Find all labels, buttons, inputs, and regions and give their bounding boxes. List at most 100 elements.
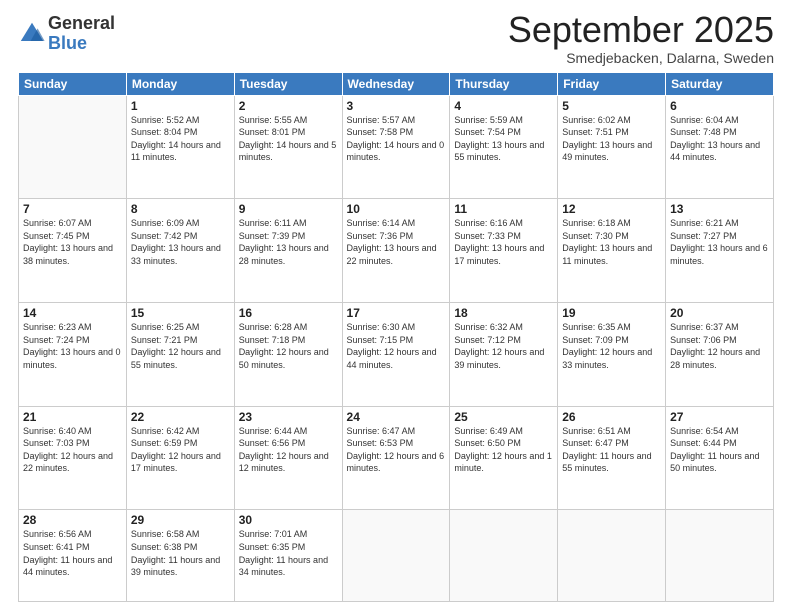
calendar-cell: 16Sunrise: 6:28 AMSunset: 7:18 PMDayligh… (234, 303, 342, 407)
calendar-week-row: 1Sunrise: 5:52 AMSunset: 8:04 PMDaylight… (19, 95, 774, 199)
calendar-week-row: 7Sunrise: 6:07 AMSunset: 7:45 PMDaylight… (19, 199, 774, 303)
day-number: 14 (23, 306, 122, 320)
column-header-sunday: Sunday (19, 72, 127, 95)
month-title: September 2025 (508, 10, 774, 50)
day-info: Sunrise: 6:23 AMSunset: 7:24 PMDaylight:… (23, 321, 122, 371)
day-number: 8 (131, 202, 230, 216)
calendar-cell: 24Sunrise: 6:47 AMSunset: 6:53 PMDayligh… (342, 406, 450, 510)
calendar-cell (666, 510, 774, 602)
day-number: 24 (347, 410, 446, 424)
calendar-cell: 1Sunrise: 5:52 AMSunset: 8:04 PMDaylight… (126, 95, 234, 199)
calendar-cell: 22Sunrise: 6:42 AMSunset: 6:59 PMDayligh… (126, 406, 234, 510)
day-info: Sunrise: 6:07 AMSunset: 7:45 PMDaylight:… (23, 217, 122, 267)
day-info: Sunrise: 6:14 AMSunset: 7:36 PMDaylight:… (347, 217, 446, 267)
calendar-cell: 19Sunrise: 6:35 AMSunset: 7:09 PMDayligh… (558, 303, 666, 407)
day-number: 2 (239, 99, 338, 113)
day-info: Sunrise: 6:49 AMSunset: 6:50 PMDaylight:… (454, 425, 553, 475)
day-number: 18 (454, 306, 553, 320)
day-number: 26 (562, 410, 661, 424)
day-number: 21 (23, 410, 122, 424)
day-number: 17 (347, 306, 446, 320)
calendar-cell: 15Sunrise: 6:25 AMSunset: 7:21 PMDayligh… (126, 303, 234, 407)
day-info: Sunrise: 5:57 AMSunset: 7:58 PMDaylight:… (347, 114, 446, 164)
calendar-cell: 20Sunrise: 6:37 AMSunset: 7:06 PMDayligh… (666, 303, 774, 407)
day-number: 12 (562, 202, 661, 216)
calendar-cell: 25Sunrise: 6:49 AMSunset: 6:50 PMDayligh… (450, 406, 558, 510)
day-info: Sunrise: 6:40 AMSunset: 7:03 PMDaylight:… (23, 425, 122, 475)
calendar-table: SundayMondayTuesdayWednesdayThursdayFrid… (18, 72, 774, 602)
day-number: 28 (23, 513, 122, 527)
day-number: 29 (131, 513, 230, 527)
calendar-header-row: SundayMondayTuesdayWednesdayThursdayFrid… (19, 72, 774, 95)
calendar-cell: 10Sunrise: 6:14 AMSunset: 7:36 PMDayligh… (342, 199, 450, 303)
day-info: Sunrise: 6:35 AMSunset: 7:09 PMDaylight:… (562, 321, 661, 371)
title-block: September 2025 Smedjebacken, Dalarna, Sw… (508, 10, 774, 66)
day-info: Sunrise: 6:02 AMSunset: 7:51 PMDaylight:… (562, 114, 661, 164)
day-number: 25 (454, 410, 553, 424)
calendar-cell (342, 510, 450, 602)
header: General Blue September 2025 Smedjebacken… (18, 10, 774, 66)
day-number: 13 (670, 202, 769, 216)
day-info: Sunrise: 6:28 AMSunset: 7:18 PMDaylight:… (239, 321, 338, 371)
location: Smedjebacken, Dalarna, Sweden (508, 50, 774, 66)
day-info: Sunrise: 6:18 AMSunset: 7:30 PMDaylight:… (562, 217, 661, 267)
calendar-cell: 14Sunrise: 6:23 AMSunset: 7:24 PMDayligh… (19, 303, 127, 407)
day-info: Sunrise: 6:09 AMSunset: 7:42 PMDaylight:… (131, 217, 230, 267)
calendar-cell: 8Sunrise: 6:09 AMSunset: 7:42 PMDaylight… (126, 199, 234, 303)
calendar-cell: 18Sunrise: 6:32 AMSunset: 7:12 PMDayligh… (450, 303, 558, 407)
calendar-cell: 13Sunrise: 6:21 AMSunset: 7:27 PMDayligh… (666, 199, 774, 303)
day-info: Sunrise: 6:44 AMSunset: 6:56 PMDaylight:… (239, 425, 338, 475)
day-number: 27 (670, 410, 769, 424)
day-info: Sunrise: 5:52 AMSunset: 8:04 PMDaylight:… (131, 114, 230, 164)
day-info: Sunrise: 6:21 AMSunset: 7:27 PMDaylight:… (670, 217, 769, 267)
day-number: 6 (670, 99, 769, 113)
calendar-cell: 5Sunrise: 6:02 AMSunset: 7:51 PMDaylight… (558, 95, 666, 199)
day-info: Sunrise: 6:32 AMSunset: 7:12 PMDaylight:… (454, 321, 553, 371)
column-header-tuesday: Tuesday (234, 72, 342, 95)
column-header-thursday: Thursday (450, 72, 558, 95)
calendar-cell: 23Sunrise: 6:44 AMSunset: 6:56 PMDayligh… (234, 406, 342, 510)
day-number: 4 (454, 99, 553, 113)
day-number: 7 (23, 202, 122, 216)
calendar-cell: 11Sunrise: 6:16 AMSunset: 7:33 PMDayligh… (450, 199, 558, 303)
day-number: 19 (562, 306, 661, 320)
day-number: 1 (131, 99, 230, 113)
day-info: Sunrise: 6:04 AMSunset: 7:48 PMDaylight:… (670, 114, 769, 164)
calendar-cell: 12Sunrise: 6:18 AMSunset: 7:30 PMDayligh… (558, 199, 666, 303)
logo-blue-text: Blue (48, 34, 115, 54)
column-header-wednesday: Wednesday (342, 72, 450, 95)
logo: General Blue (18, 14, 115, 54)
calendar-cell: 26Sunrise: 6:51 AMSunset: 6:47 PMDayligh… (558, 406, 666, 510)
day-number: 11 (454, 202, 553, 216)
calendar-cell: 7Sunrise: 6:07 AMSunset: 7:45 PMDaylight… (19, 199, 127, 303)
day-info: Sunrise: 6:47 AMSunset: 6:53 PMDaylight:… (347, 425, 446, 475)
logo-text: General Blue (48, 14, 115, 54)
column-header-friday: Friday (558, 72, 666, 95)
day-number: 15 (131, 306, 230, 320)
day-number: 20 (670, 306, 769, 320)
day-number: 9 (239, 202, 338, 216)
day-number: 10 (347, 202, 446, 216)
logo-icon (18, 20, 46, 48)
day-info: Sunrise: 6:37 AMSunset: 7:06 PMDaylight:… (670, 321, 769, 371)
day-number: 22 (131, 410, 230, 424)
day-info: Sunrise: 6:54 AMSunset: 6:44 PMDaylight:… (670, 425, 769, 475)
calendar-week-row: 28Sunrise: 6:56 AMSunset: 6:41 PMDayligh… (19, 510, 774, 602)
calendar-cell (19, 95, 127, 199)
day-number: 30 (239, 513, 338, 527)
calendar-cell: 30Sunrise: 7:01 AMSunset: 6:35 PMDayligh… (234, 510, 342, 602)
page: General Blue September 2025 Smedjebacken… (0, 0, 792, 612)
calendar-cell: 29Sunrise: 6:58 AMSunset: 6:38 PMDayligh… (126, 510, 234, 602)
day-info: Sunrise: 6:16 AMSunset: 7:33 PMDaylight:… (454, 217, 553, 267)
day-info: Sunrise: 6:30 AMSunset: 7:15 PMDaylight:… (347, 321, 446, 371)
day-info: Sunrise: 5:59 AMSunset: 7:54 PMDaylight:… (454, 114, 553, 164)
calendar-cell: 2Sunrise: 5:55 AMSunset: 8:01 PMDaylight… (234, 95, 342, 199)
day-number: 23 (239, 410, 338, 424)
calendar-cell: 17Sunrise: 6:30 AMSunset: 7:15 PMDayligh… (342, 303, 450, 407)
calendar-cell: 21Sunrise: 6:40 AMSunset: 7:03 PMDayligh… (19, 406, 127, 510)
day-info: Sunrise: 6:51 AMSunset: 6:47 PMDaylight:… (562, 425, 661, 475)
calendar-cell: 4Sunrise: 5:59 AMSunset: 7:54 PMDaylight… (450, 95, 558, 199)
calendar-cell: 9Sunrise: 6:11 AMSunset: 7:39 PMDaylight… (234, 199, 342, 303)
day-info: Sunrise: 6:42 AMSunset: 6:59 PMDaylight:… (131, 425, 230, 475)
day-info: Sunrise: 6:11 AMSunset: 7:39 PMDaylight:… (239, 217, 338, 267)
